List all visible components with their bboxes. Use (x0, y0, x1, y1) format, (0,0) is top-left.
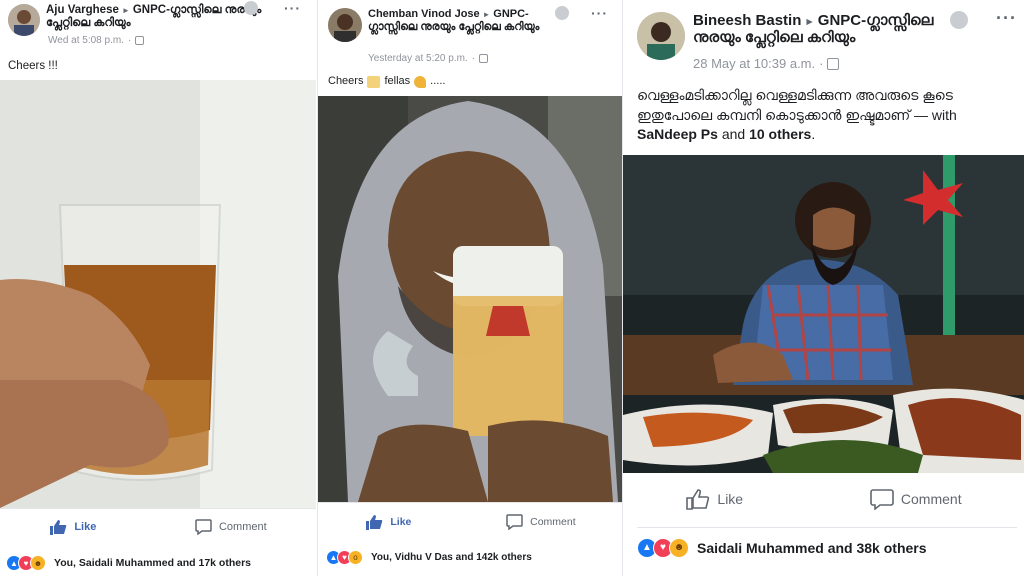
comment-icon (870, 489, 894, 510)
caption-text: Cheers (328, 75, 364, 87)
globe-icon (950, 11, 968, 29)
arrow-icon: ► (804, 16, 815, 28)
comment-button[interactable]: Comment (506, 513, 576, 530)
comment-label: Comment (530, 515, 576, 528)
caption-text: ..... (430, 75, 446, 87)
post-actions: Like Comment (623, 473, 1024, 525)
haha-reaction-icon: ☻ (669, 537, 689, 558)
comment-button[interactable]: Comment (870, 488, 962, 510)
comment-icon (195, 518, 212, 535)
author-name[interactable]: Aju Varghese (46, 4, 119, 16)
post-meta: Yesterday at 5:20 p.m. · (368, 53, 489, 64)
reactions-summary[interactable]: ▲ ♥ o You, Vidhu V Das and 142k others (326, 546, 616, 568)
caption-text: fellas (384, 75, 411, 87)
avatar[interactable] (637, 12, 685, 60)
haha-reaction-icon: ☻ (30, 555, 46, 571)
reaction-count[interactable]: You, Saidali Muhammed and 17k others (54, 557, 251, 569)
reaction-icons: ▲ ♥ ☻ (6, 555, 46, 571)
reaction-icons: ▲ ♥ o (326, 549, 363, 565)
audience-icon[interactable] (827, 57, 840, 70)
thumbs-up-icon (686, 489, 710, 510)
reaction-icons: ▲ ♥ ☻ (637, 537, 689, 558)
collage: Aju Varghese ► GNPC-ഗ്ലാസ്സിലെ നുരയും പ്ലേ… (0, 0, 1024, 576)
more-icon[interactable]: ··· (591, 5, 608, 21)
like-label: Like (390, 515, 412, 528)
timestamp[interactable]: Wed at 5:08 p.m. (48, 35, 124, 46)
cheers-emoji-icon (367, 75, 381, 88)
post-card-3: Bineesh Bastin ► GNPC-ഗ്ലാസ്സിലെ നുരയും പ്… (622, 0, 1024, 576)
wow-reaction-icon: o (348, 549, 363, 565)
like-button[interactable]: Like (49, 519, 96, 535)
like-label: Like (74, 520, 97, 533)
post-photo[interactable] (0, 80, 316, 508)
timestamp[interactable]: Yesterday at 5:20 p.m. (368, 53, 468, 64)
thumbs-up-icon (366, 514, 383, 530)
like-button[interactable]: Like (686, 488, 743, 510)
more-icon[interactable]: ··· (284, 0, 301, 16)
more-icon[interactable]: ··· (996, 8, 1017, 29)
post-header: Aju Varghese ► GNPC-ഗ്ലാസ്സിലെ നുരയും പ്ലേ… (46, 4, 276, 30)
post-photo[interactable] (623, 155, 1024, 473)
post-header: Bineesh Bastin ► GNPC-ഗ്ലാസ്സിലെ നുരയും പ്… (693, 12, 963, 47)
reactions-summary[interactable]: ▲ ♥ ☻ You, Saidali Muhammed and 17k othe… (6, 552, 310, 574)
globe-icon (244, 1, 258, 15)
caption-text: വെള്ളംമടിക്കാറില്ല വെള്ളമടിക്കുന്ന അവരുട… (637, 87, 957, 123)
post-actions: Like Comment (318, 502, 622, 540)
post-caption: Cheers !!! (8, 60, 58, 72)
author-name[interactable]: Bineesh Bastin (693, 12, 801, 29)
timestamp[interactable]: 28 May at 10:39 a.m. (693, 56, 815, 71)
post-actions: Like Comment (0, 508, 316, 544)
arrow-icon: ► (482, 10, 491, 19)
arrow-icon: ► (121, 6, 130, 15)
reaction-count[interactable]: Saidali Muhammed and 38k others (697, 540, 927, 556)
avatar[interactable] (8, 4, 40, 36)
like-button[interactable]: Like (365, 514, 411, 530)
post-card-1: Aju Varghese ► GNPC-ഗ്ലാസ്സിലെ നുരയും പ്ലേ… (0, 0, 316, 576)
author-name[interactable]: Chemban Vinod Jose (368, 8, 480, 20)
comment-button[interactable]: Comment (195, 518, 267, 535)
tagged-others-link[interactable]: 10 others (749, 126, 811, 142)
caption-text: . (811, 126, 816, 143)
reactions-summary[interactable]: ▲ ♥ ☻ Saidali Muhammed and 38k others (637, 527, 1017, 567)
comment-label: Comment (218, 520, 267, 533)
comment-label: Comment (900, 491, 962, 507)
comment-icon (506, 513, 523, 530)
post-header: Chemban Vinod Jose ► GNPC-ഗ്ലാസ്സിലെ നുരയു… (368, 8, 568, 33)
like-label: Like (717, 491, 744, 507)
audience-icon[interactable] (479, 54, 489, 63)
audience-icon[interactable] (135, 36, 145, 45)
post-photo[interactable] (318, 96, 622, 502)
tagged-person-link[interactable]: SaNdeep Ps (637, 126, 718, 142)
post-caption: Cheers fellas ..... (328, 74, 445, 89)
avatar[interactable] (328, 8, 362, 42)
caption-text: and (721, 126, 746, 143)
post-meta: Wed at 5:08 p.m. · (48, 35, 145, 46)
globe-icon (555, 6, 569, 20)
thumbs-up-icon (50, 519, 67, 535)
post-card-2: Chemban Vinod Jose ► GNPC-ഗ്ലാസ്സിലെ നുരയു… (317, 0, 622, 576)
post-meta: 28 May at 10:39 a.m. · (693, 56, 840, 71)
post-caption: വെള്ളംമടിക്കാറില്ല വെള്ളമടിക്കുന്ന അവരുട… (637, 86, 1015, 145)
flexed-bicep-icon (414, 75, 427, 88)
reaction-count[interactable]: You, Vidhu V Das and 142k others (371, 552, 532, 563)
